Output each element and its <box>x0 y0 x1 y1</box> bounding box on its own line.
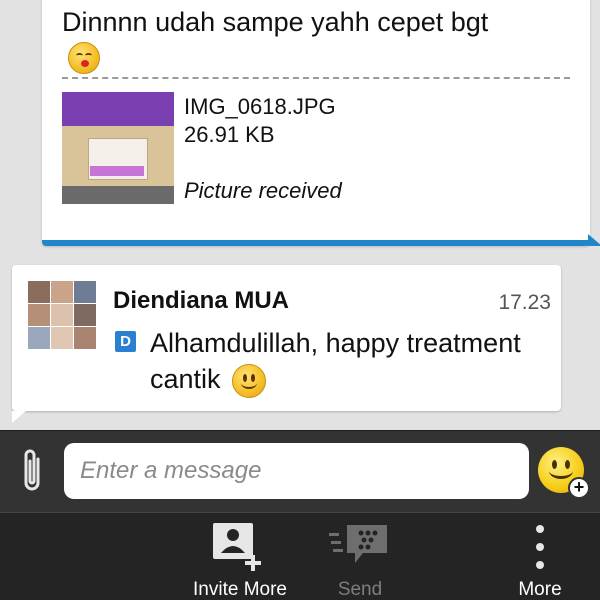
outgoing-message-text: Dinnnn udah sampe yahh cepet bgt <box>62 7 489 37</box>
incoming-message-body: Alhamdulillah, happy treatment cantik <box>150 328 521 394</box>
attachment-file-size: 26.91 KB <box>184 122 275 147</box>
message-timestamp: 17.23 <box>498 291 551 314</box>
attachment-thumbnail[interactable] <box>62 92 174 204</box>
invite-more-label: Invite More <box>193 579 287 600</box>
attachment-status: Picture received <box>184 178 342 203</box>
message-input[interactable] <box>64 443 529 499</box>
sender-name: Diendiana MUA <box>113 287 290 314</box>
smiley-add-icon[interactable]: + <box>538 447 590 499</box>
smiling-face-icon <box>232 363 267 398</box>
compose-bar: + <box>0 430 600 512</box>
send-button[interactable]: Send <box>310 513 410 600</box>
avatar[interactable] <box>28 281 96 349</box>
action-bar: Invite More Send More <box>0 512 600 600</box>
plus-icon: + <box>568 477 590 499</box>
send-label: Send <box>337 579 383 600</box>
kissing-face-icon <box>68 42 100 74</box>
more-label: More <box>518 579 562 600</box>
add-contact-icon <box>213 523 261 571</box>
outgoing-message-bubble[interactable]: Dinnnn udah sampe yahh cepet bgt IMG_061… <box>42 0 600 246</box>
attachment-file-name: IMG_0618.JPG <box>184 94 336 119</box>
incoming-message-text: Alhamdulillah, happy treatment cantik <box>150 325 561 398</box>
more-button[interactable]: More <box>500 513 580 600</box>
more-vertical-icon <box>536 525 544 569</box>
invite-more-button[interactable]: Invite More <box>180 513 300 600</box>
send-message-icon <box>329 525 387 563</box>
incoming-message-bubble[interactable]: Diendiana MUA 17.23 D Alhamdulillah, hap… <box>12 265 561 423</box>
delivered-status-badge: D <box>115 331 136 352</box>
paperclip-icon[interactable] <box>18 447 48 495</box>
attachment-divider <box>62 77 570 79</box>
